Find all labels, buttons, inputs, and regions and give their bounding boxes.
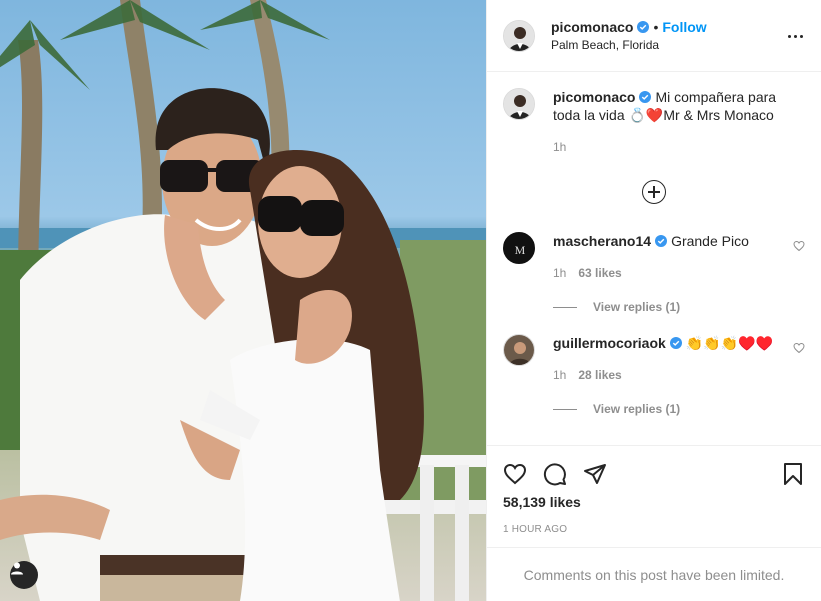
comments-limited-notice: Comments on this post have been limited. [487, 547, 821, 601]
separator-dot: • [653, 19, 659, 35]
photo-illustration [0, 0, 486, 601]
view-replies-button[interactable]: View replies (1) [553, 402, 805, 416]
like-button[interactable] [503, 454, 543, 494]
replies-divider-line [553, 306, 577, 308]
location-link[interactable]: Palm Beach, Florida [551, 38, 805, 52]
comment-time[interactable]: 1h [553, 264, 566, 282]
more-options-icon[interactable] [785, 26, 805, 46]
follow-button[interactable]: Follow [662, 19, 706, 35]
view-replies-button[interactable]: View replies (1) [553, 300, 805, 314]
comment-item: M mascherano14 Grande Pico 1h 63 likes [503, 232, 805, 282]
comment-username[interactable]: mascherano14 [553, 233, 651, 249]
comment-username[interactable]: guillermocoriaok [553, 335, 666, 351]
comment-likes[interactable]: 63 likes [578, 264, 621, 282]
comment-item: guillermocoriaok 👏👏👏♥️♥️ 1h 28 likes [503, 334, 805, 384]
avatar-icon [504, 89, 534, 119]
verified-badge-icon [637, 21, 650, 33]
heart-icon [503, 463, 527, 485]
avatar[interactable] [503, 19, 535, 52]
comments-section[interactable]: picomonaco Mi compañera para toda la vida… [487, 72, 821, 445]
likes-count[interactable]: 58,139 likes [503, 494, 805, 510]
caption-time[interactable]: 1h [553, 138, 566, 156]
like-comment-heart-icon[interactable] [793, 240, 805, 252]
like-comment-heart-icon[interactable] [793, 342, 805, 354]
bookmark-icon [784, 463, 802, 485]
comment-text: 👏👏👏♥️♥️ [685, 335, 773, 351]
load-more-comments-button[interactable] [642, 180, 666, 204]
post-header: picomonaco • Follow Palm Beach, Florida [487, 0, 821, 72]
post-actions: 58,139 likes 1 HOUR AGO [487, 445, 821, 547]
verified-badge-icon [669, 337, 682, 349]
avatar[interactable] [503, 334, 535, 366]
avatar[interactable] [503, 88, 535, 120]
view-replies-label: View replies (1) [593, 402, 681, 416]
replies-divider-line [553, 408, 577, 410]
comment-text: Grande Pico [671, 233, 749, 249]
instagram-post: picomonaco • Follow Palm Beach, Florida [0, 0, 821, 601]
avatar-icon: M [504, 233, 534, 263]
avatar[interactable]: M [503, 232, 535, 264]
load-more-comments [503, 180, 805, 204]
post-timestamp[interactable]: 1 HOUR AGO [503, 524, 805, 535]
share-button[interactable] [583, 454, 623, 494]
post-photo[interactable] [0, 0, 486, 601]
comment-time[interactable]: 1h [553, 366, 566, 384]
save-button[interactable] [765, 454, 805, 494]
avatar-icon [504, 20, 534, 51]
header-username[interactable]: picomonaco [551, 19, 633, 35]
avatar-icon [504, 335, 534, 365]
user-tag-button[interactable] [10, 561, 38, 589]
view-replies-label: View replies (1) [593, 300, 681, 314]
comment-likes[interactable]: 28 likes [578, 366, 621, 384]
share-icon [584, 464, 606, 484]
verified-badge-icon [655, 235, 668, 247]
caption: picomonaco Mi compañera para toda la vida… [503, 88, 805, 156]
comment-button[interactable] [543, 454, 583, 494]
comment-icon [543, 463, 566, 486]
svg-text:M: M [515, 243, 526, 257]
person-icon [11, 562, 23, 575]
verified-badge-icon [639, 91, 652, 103]
post-side-panel: picomonaco • Follow Palm Beach, Florida [486, 0, 821, 601]
caption-username[interactable]: picomonaco [553, 89, 635, 105]
